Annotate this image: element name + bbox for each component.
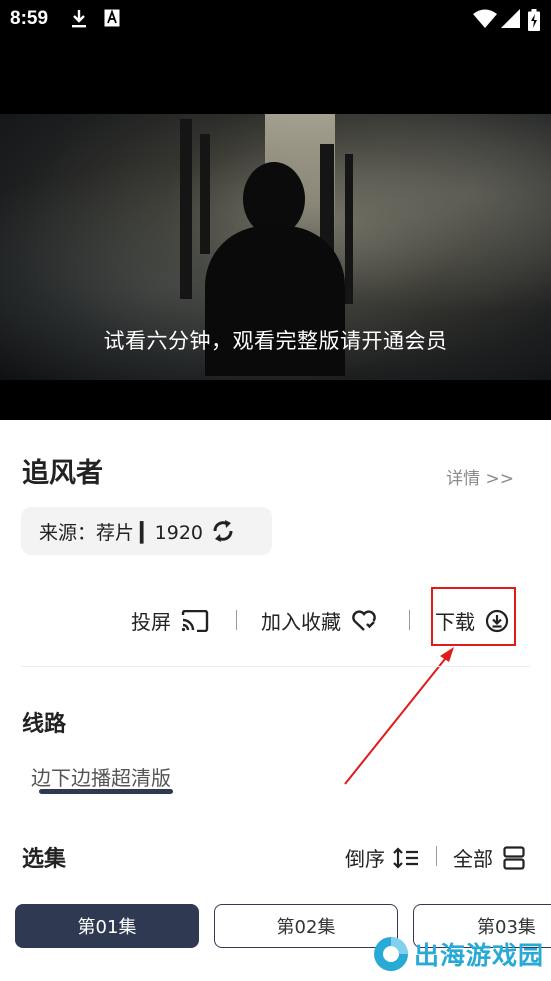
watermark-text: 出海游戏园 xyxy=(414,941,545,970)
heart-icon xyxy=(351,609,377,632)
scaffold-post xyxy=(200,134,210,254)
detail-link[interactable]: 详情 >> xyxy=(446,464,514,489)
episode-button[interactable]: 第01集 xyxy=(15,904,199,948)
list-icon xyxy=(503,845,525,870)
action-divider xyxy=(409,610,410,630)
figure-silhouette-head xyxy=(243,162,305,236)
cast-label: 投屏 xyxy=(131,610,171,634)
video-player[interactable]: 试看六分钟，观看完整版请开通会员 xyxy=(0,38,551,420)
episode-divider xyxy=(436,846,437,866)
wifi-icon xyxy=(473,9,497,33)
all-label: 全部 xyxy=(453,847,493,871)
refresh-icon[interactable] xyxy=(211,518,235,544)
page-title: 追风者 xyxy=(22,458,103,489)
source-selector[interactable]: 来源：荐片 ▎1920 xyxy=(21,507,272,555)
battery-icon xyxy=(528,9,540,35)
status-time: 8:59 xyxy=(10,8,49,29)
download-icon xyxy=(70,9,88,33)
annotation-arrow-icon xyxy=(344,647,454,785)
status-bar: 8:59 xyxy=(0,0,551,38)
watermark-logo-icon xyxy=(372,935,410,973)
section-divider xyxy=(21,666,530,667)
watermark: 出海游戏园 xyxy=(372,935,544,973)
a-icon xyxy=(104,9,120,31)
cast-button[interactable]: 投屏 xyxy=(131,606,209,635)
order-label: 倒序 xyxy=(345,847,385,871)
episode-button[interactable]: 第02集 xyxy=(214,904,398,948)
add-favorite-button[interactable]: 加入收藏 xyxy=(261,606,377,635)
trial-subtitle: 试看六分钟，观看完整版请开通会员 xyxy=(103,329,448,353)
source-label: 来源：荐片 ▎1920 xyxy=(39,521,204,544)
reverse-order-button[interactable]: 倒序 xyxy=(345,843,419,872)
episode-section-title: 选集 xyxy=(22,847,67,872)
favorite-label: 加入收藏 xyxy=(261,610,341,634)
route-tab[interactable]: 边下边播超清版 xyxy=(31,762,171,791)
sort-icon xyxy=(393,846,419,869)
route-section-title: 线路 xyxy=(22,712,67,737)
route-tab-indicator xyxy=(39,789,173,794)
action-divider xyxy=(236,610,237,630)
signal-icon xyxy=(501,9,521,33)
all-episodes-button[interactable]: 全部 xyxy=(453,843,525,872)
scaffold-post xyxy=(345,154,353,304)
scaffold-post xyxy=(180,119,192,299)
cast-icon xyxy=(181,609,209,632)
download-highlight-box xyxy=(431,587,516,646)
